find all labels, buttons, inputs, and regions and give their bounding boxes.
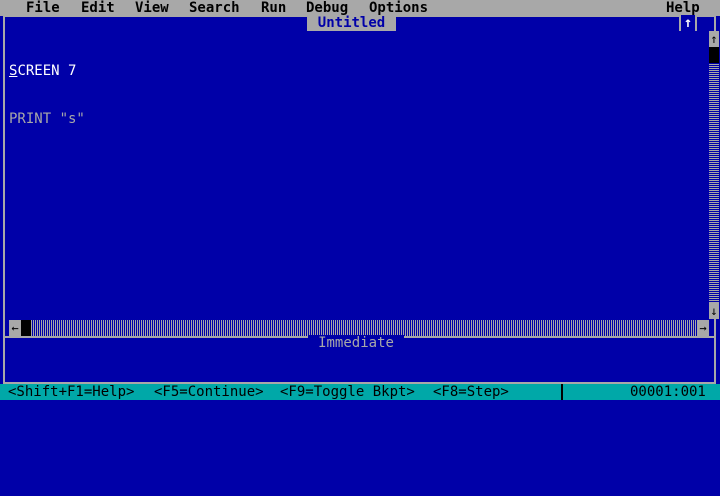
scroll-down-arrow-icon[interactable]: ↓ [709,303,719,319]
code-line-1[interactable]: SCREEN 7 [9,63,85,79]
vertical-scrollbar[interactable]: ↑ ↓ [709,31,719,319]
menu-edit[interactable]: Edit [81,0,115,16]
cursor-position: 00001:001 [630,384,706,400]
menu-run[interactable]: Run [261,0,286,16]
code-line-1-text: CREEN 7 [17,63,77,79]
horizontal-scroll-thumb[interactable] [21,320,31,336]
status-step[interactable]: <F8=Step> [433,384,509,400]
horizontal-scrollbar[interactable]: ← → [9,320,709,336]
menu-file[interactable]: File [26,0,60,16]
status-divider [561,384,563,400]
menu-options[interactable]: Options [369,0,428,16]
code-area[interactable]: SCREEN 7 PRINT "s" [9,31,85,143]
menu-bar: File Edit View Search Run Debug Options … [0,0,720,16]
editor-window[interactable] [3,15,716,337]
menu-debug[interactable]: Debug [306,0,348,16]
scroll-left-arrow-icon[interactable]: ← [9,320,21,336]
editor-title: Untitled [307,15,396,31]
status-help[interactable]: <Shift+F1=Help> [8,384,134,400]
scroll-right-arrow-icon[interactable]: → [697,320,709,336]
vertical-scroll-thumb[interactable] [709,47,719,63]
status-toggle-bkpt[interactable]: <F9=Toggle Bkpt> [280,384,415,400]
menu-help[interactable]: Help [666,0,700,16]
status-bar: <Shift+F1=Help> <F5=Continue> <F9=Toggle… [0,384,720,400]
menu-view[interactable]: View [135,0,169,16]
immediate-title: Immediate [308,335,404,351]
status-continue[interactable]: <F5=Continue> [154,384,264,400]
scroll-up-arrow-icon[interactable]: ↑ [709,31,719,47]
menu-search[interactable]: Search [189,0,240,16]
maximize-icon[interactable]: ↑ [679,15,697,31]
code-line-2[interactable]: PRINT "s" [9,111,85,127]
